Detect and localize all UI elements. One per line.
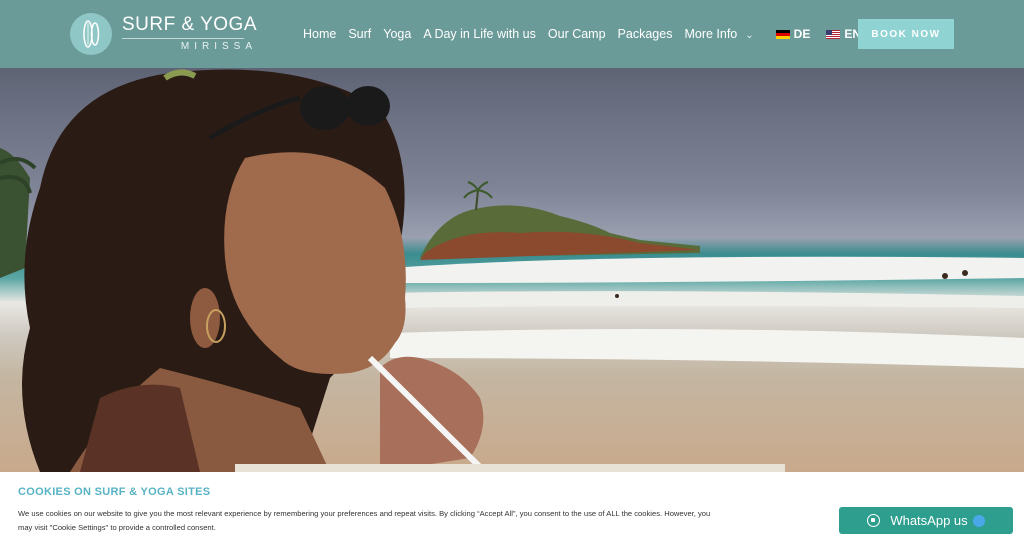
nav-item-our-camp[interactable]: Our Camp	[548, 27, 606, 41]
beach-scene	[0, 69, 1024, 472]
language-de-label: DE	[793, 27, 811, 41]
more-info-label: More Info	[684, 27, 738, 41]
surfboard-logo-icon	[70, 13, 112, 55]
brand-title: SURF & YOGA	[122, 14, 258, 35]
nav-item-home[interactable]: Home	[303, 27, 336, 41]
nav-item-packages[interactable]: Packages	[618, 27, 673, 41]
whatsapp-button[interactable]: WhatsApp us	[839, 507, 1013, 534]
cookie-text: We use cookies on our website to give yo…	[18, 509, 711, 532]
us-flag-icon	[826, 29, 841, 39]
wave-emoji-icon	[972, 514, 985, 527]
brand-divider	[122, 38, 244, 39]
site-logo[interactable]: SURF & YOGA MIRISSA	[70, 13, 257, 55]
cookie-title: COOKIES ON SURF & YOGA SITES	[18, 486, 211, 498]
hero-image	[0, 68, 1024, 472]
whatsapp-icon	[867, 514, 881, 527]
nav-item-day-in-life[interactable]: A Day in Life with us	[423, 27, 536, 41]
whatsapp-label: WhatsApp us	[890, 513, 968, 528]
german-flag-icon	[775, 29, 790, 39]
site-header: SURF & YOGA MIRISSA Home Surf Yoga A Day…	[0, 0, 1024, 68]
book-now-button[interactable]: BOOK NOW	[858, 19, 954, 49]
brand-subtitle: MIRISSA	[180, 41, 258, 52]
main-nav: Home Surf Yoga A Day in Life with us Our…	[303, 0, 861, 68]
nav-item-yoga[interactable]: Yoga	[383, 27, 411, 41]
chevron-down-icon: ⌄	[745, 30, 754, 41]
nav-item-surf[interactable]: Surf	[348, 27, 371, 41]
language-en[interactable]: EN	[826, 27, 861, 41]
nav-item-more-info[interactable]: More Info ⌄	[684, 27, 753, 41]
language-de[interactable]: DE	[775, 27, 811, 41]
